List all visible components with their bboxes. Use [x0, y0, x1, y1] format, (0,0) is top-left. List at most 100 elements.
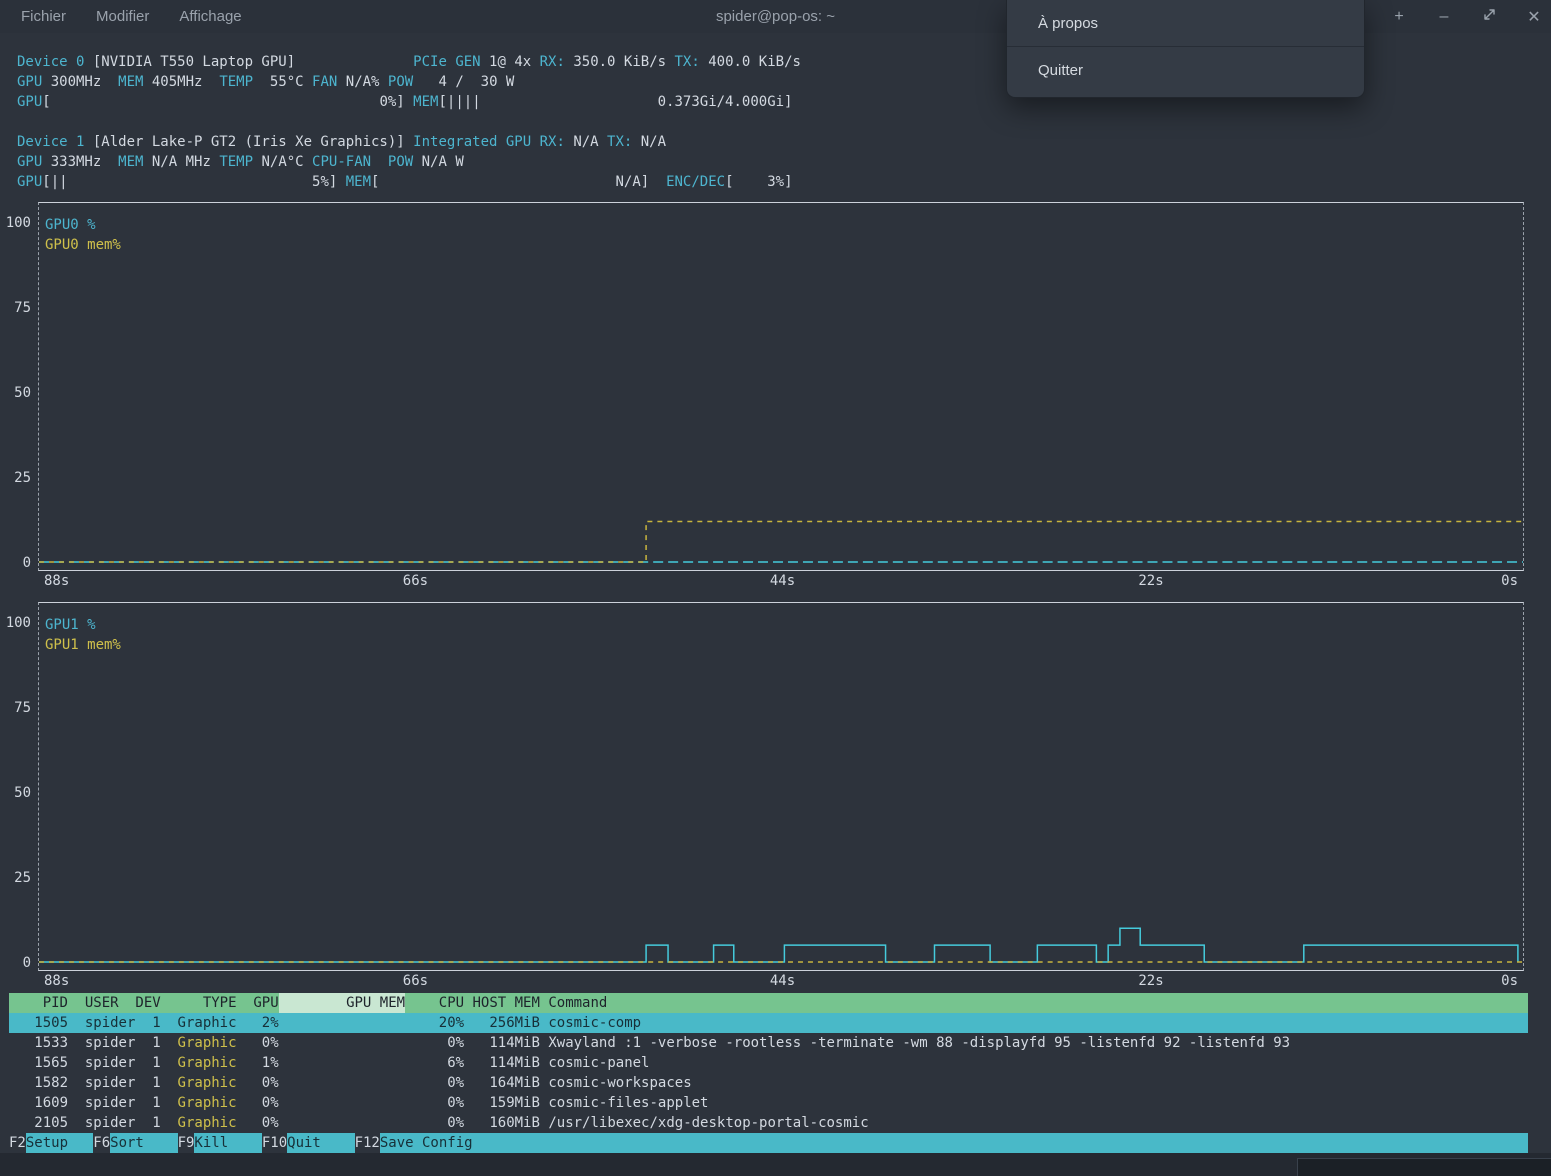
x-tick-label: 0s: [1501, 971, 1518, 991]
cell-gpumem: [279, 1113, 405, 1133]
table-row[interactable]: 1609spider1Graphic0%0%159MiBcosmic-files…: [9, 1093, 1528, 1113]
column-header-host-mem[interactable]: HOST MEM: [464, 993, 540, 1013]
y-tick-label: 75: [14, 298, 31, 318]
cell-user: spider: [85, 1053, 136, 1073]
column-header-cpu[interactable]: CPU: [405, 993, 464, 1013]
device1-title-line: Device 1 [Alder Lake-P GT2 (Iris Xe Grap…: [9, 132, 1528, 152]
cell-hostmem: 114MiB: [464, 1033, 540, 1053]
x-tick-label: 22s: [1138, 571, 1163, 591]
fkey-f6: F6: [93, 1133, 110, 1153]
cell-gpumem: [279, 1073, 405, 1093]
cell-gpu: 1%: [245, 1053, 279, 1073]
table-row[interactable]: 1565spider1Graphic1%6%114MiBcosmic-panel: [9, 1053, 1528, 1073]
chart-legend: GPU1 mem%: [45, 635, 121, 655]
y-tick-label: 50: [14, 383, 31, 403]
cell-dev: 1: [135, 1013, 160, 1033]
cell-cpu: 0%: [405, 1113, 464, 1133]
table-row[interactable]: 1582spider1Graphic0%0%164MiBcosmic-works…: [9, 1073, 1528, 1093]
kill-button[interactable]: Kill: [194, 1133, 261, 1153]
cell-pid: 2105: [9, 1113, 68, 1133]
cell-user: spider: [85, 1073, 136, 1093]
cell-hostmem: 159MiB: [464, 1093, 540, 1113]
cell-hostmem: 160MiB: [464, 1113, 540, 1133]
column-header-type[interactable]: TYPE: [178, 993, 237, 1013]
sort-button[interactable]: Sort: [110, 1133, 177, 1153]
new-tab-button[interactable]: +: [1390, 8, 1408, 26]
column-header-dev[interactable]: DEV: [135, 993, 160, 1013]
y-tick-label: 100: [6, 213, 31, 233]
cell-type: Graphic: [178, 1093, 237, 1113]
chart-legend: GPU0 mem%: [45, 235, 121, 255]
function-key-bar: F2 Setup F6 Sort F9 Kill F10 Quit F12 Sa…: [9, 1133, 1528, 1153]
cell-pid: 1565: [9, 1053, 68, 1073]
cell-cmd: cosmic-workspaces: [548, 1073, 1528, 1093]
cell-cmd: cosmic-comp: [548, 1013, 1528, 1033]
maximize-button[interactable]: [1480, 8, 1498, 26]
cell-gpumem: [279, 1053, 405, 1073]
chart-gpu0-x-axis: 88s66s44s22s0s: [38, 571, 1524, 591]
cell-gpu: 2%: [245, 1013, 279, 1033]
table-row[interactable]: 1533spider1Graphic0%0%114MiBXwayland :1 …: [9, 1033, 1528, 1053]
setup-button[interactable]: Setup: [26, 1133, 93, 1153]
x-tick-label: 0s: [1501, 571, 1518, 591]
column-header-pid[interactable]: PID: [9, 993, 68, 1013]
menu-item-a-propos[interactable]: À propos: [1007, 0, 1364, 46]
chart-gpu1-row: 1007550250 GPU1 %GPU1 mem%: [9, 602, 1528, 971]
cell-cpu: 6%: [405, 1053, 464, 1073]
column-header-user[interactable]: USER: [85, 993, 136, 1013]
cell-hostmem: 256MiB: [464, 1013, 540, 1033]
chart-gpu0: GPU0 %GPU0 mem%: [38, 202, 1524, 571]
desktop-bottom-strip: [0, 1153, 1551, 1176]
x-tick-label: 88s: [44, 971, 69, 991]
y-tick-label: 25: [14, 468, 31, 488]
fkey-f9: F9: [178, 1133, 195, 1153]
cell-type: Graphic: [178, 1113, 237, 1133]
menu-item-quitter[interactable]: Quitter: [1007, 47, 1364, 93]
menu-fichier[interactable]: Fichier: [6, 0, 81, 33]
cell-gpu: 0%: [245, 1093, 279, 1113]
process-table: PID USER DEV TYPE GPU GPU MEM CPU HOST M…: [9, 993, 1528, 1133]
window-controls: + – ✕: [1390, 0, 1543, 33]
menu-modifier[interactable]: Modifier: [81, 0, 164, 33]
cell-dev: 1: [135, 1033, 160, 1053]
table-row[interactable]: 2105spider1Graphic0%0%160MiB/usr/libexec…: [9, 1113, 1528, 1133]
minimize-button[interactable]: –: [1435, 8, 1453, 26]
cell-cpu: 0%: [405, 1073, 464, 1093]
process-table-body: 1505spider1Graphic2%20%256MiBcosmic-comp…: [9, 1013, 1528, 1133]
cell-gpu: 0%: [245, 1113, 279, 1133]
cell-hostmem: 114MiB: [464, 1053, 540, 1073]
fkey-f12: F12: [355, 1133, 380, 1153]
cell-cpu: 0%: [405, 1033, 464, 1053]
y-tick-label: 25: [14, 868, 31, 888]
quit-button[interactable]: Quit: [287, 1133, 354, 1153]
cell-dev: 1: [135, 1113, 160, 1133]
cell-cmd: /usr/libexec/xdg-desktop-portal-cosmic: [548, 1113, 1528, 1133]
cell-dev: 1: [135, 1053, 160, 1073]
save-config-button[interactable]: Save Config: [380, 1133, 1528, 1153]
y-tick-label: 100: [6, 613, 31, 633]
cell-dev: 1: [135, 1073, 160, 1093]
app-menu-dropdown: À propos Quitter: [1006, 0, 1365, 98]
column-header-gpu-mem[interactable]: GPU MEM: [279, 993, 405, 1013]
device1-clock-line: GPU 333MHz MEM N/A MHz TEMP N/A°C CPU-FA…: [9, 152, 1528, 172]
cell-gpu: 0%: [245, 1073, 279, 1093]
column-header-gpu[interactable]: GPU: [245, 993, 279, 1013]
chart-gpu1-x-axis: 88s66s44s22s0s: [38, 971, 1524, 991]
table-row[interactable]: 1505spider1Graphic2%20%256MiBcosmic-comp: [9, 1013, 1528, 1033]
y-tick-label: 75: [14, 698, 31, 718]
chart-gpu0-y-axis: 100 75 50 25 0: [9, 202, 38, 571]
menu-affichage[interactable]: Affichage: [164, 0, 256, 33]
close-button[interactable]: ✕: [1525, 7, 1543, 27]
cell-user: spider: [85, 1013, 136, 1033]
y-tick-label: 0: [23, 553, 31, 573]
column-header-command[interactable]: Command: [548, 993, 1528, 1013]
cell-gpumem: [279, 1033, 405, 1053]
cell-pid: 1609: [9, 1093, 68, 1113]
x-tick-label: 44s: [770, 571, 795, 591]
cell-dev: 1: [135, 1093, 160, 1113]
blank-line: [9, 112, 1528, 132]
cell-type: Graphic: [178, 1013, 237, 1033]
cell-pid: 1582: [9, 1073, 68, 1093]
chart-gpu1: GPU1 %GPU1 mem%: [38, 602, 1524, 971]
terminal: Device 0 [NVIDIA T550 Laptop GPU] PCIe G…: [0, 33, 1551, 1153]
